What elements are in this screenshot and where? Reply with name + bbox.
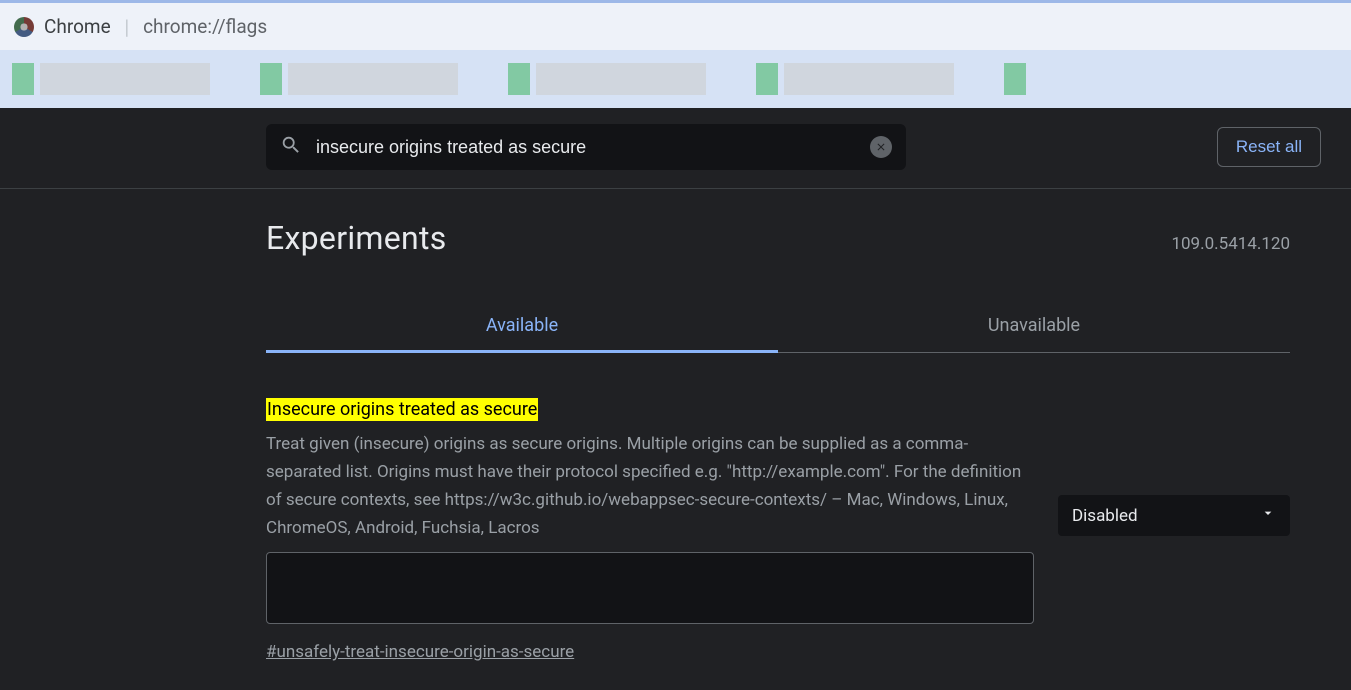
flag-description: Treat given (insecure) origins as secure… (266, 430, 1034, 542)
version-label: 109.0.5414.120 (1171, 234, 1290, 254)
address-url[interactable]: chrome://flags (143, 15, 267, 38)
page-title: Experiments (266, 219, 447, 257)
app-name: Chrome (44, 15, 111, 38)
tabs: Available Unavailable (266, 301, 1290, 353)
bookmarks-bar (0, 50, 1351, 108)
flag-anchor-link[interactable]: #unsafely-treat-insecure-origin-as-secur… (266, 642, 574, 662)
flag-state-select[interactable]: Disabled (1058, 495, 1290, 536)
flag-item: Insecure origins treated as secure Treat… (266, 399, 1290, 662)
search-field-wrap (266, 124, 906, 170)
reset-all-button[interactable]: Reset all (1217, 127, 1321, 167)
chevron-down-icon (1260, 505, 1276, 526)
clear-search-button[interactable] (870, 136, 892, 158)
separator: | (125, 15, 129, 39)
flag-origins-input[interactable] (266, 552, 1034, 624)
tab-unavailable[interactable]: Unavailable (778, 301, 1290, 352)
flags-toolbar: Reset all (0, 108, 1351, 189)
browser-address-bar: Chrome | chrome://flags (0, 0, 1351, 50)
search-input[interactable] (316, 137, 856, 158)
chrome-icon (14, 17, 34, 37)
tab-available[interactable]: Available (266, 301, 778, 352)
flag-state-value: Disabled (1072, 506, 1138, 526)
search-icon (280, 134, 302, 160)
flag-title: Insecure origins treated as secure (266, 398, 538, 421)
